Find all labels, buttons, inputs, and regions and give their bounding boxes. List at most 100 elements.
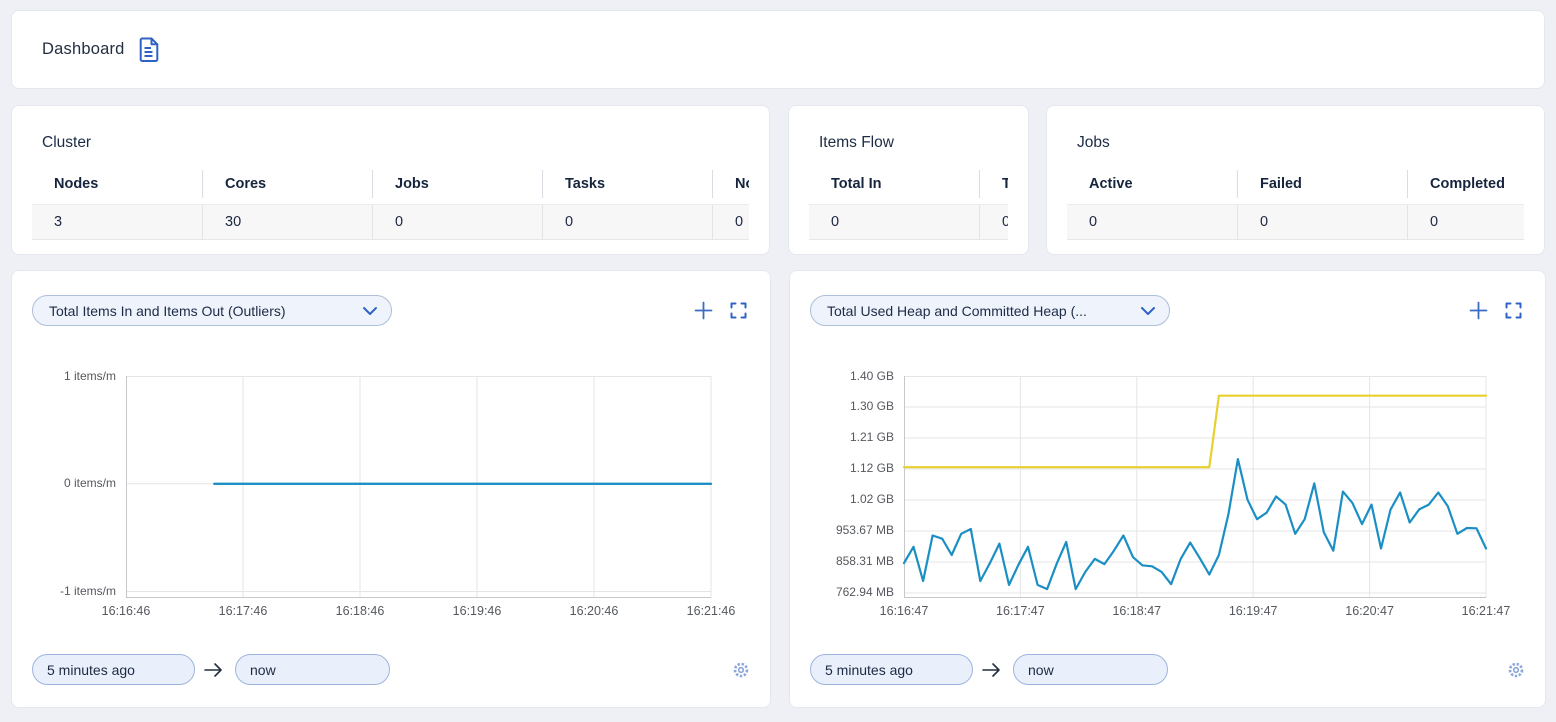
y-tick-label: 1.02 GB (850, 492, 894, 506)
y-tick-label: 762.94 MB (836, 585, 894, 599)
column-header-total-in: Total In (809, 170, 979, 198)
time-from-input[interactable] (810, 654, 973, 685)
chevron-down-icon (1140, 306, 1156, 316)
cluster-table-header: Nodes Cores Jobs Tasks No (32, 170, 749, 198)
fullscreen-button[interactable] (730, 302, 747, 319)
heap-chart-panel: Total Used Heap and Committed Heap (... … (789, 270, 1546, 708)
y-axis-labels: 1.40 GB1.30 GB1.21 GB1.12 GB1.02 GB953.6… (810, 376, 904, 598)
time-to-input[interactable] (235, 654, 390, 685)
fullscreen-button[interactable] (1505, 302, 1522, 319)
metric-selector-label: Total Used Heap and Committed Heap (... (827, 303, 1087, 319)
stat-value-jobs: 0 (372, 205, 542, 239)
y-tick-label: 1.40 GB (850, 369, 894, 383)
x-tick-label: 16:20:47 (1345, 604, 1394, 618)
items-flow-card-title: Items Flow (819, 134, 1008, 152)
jobs-table-header: Active Failed Completed (1067, 170, 1524, 198)
x-tick-label: 16:16:47 (880, 604, 929, 618)
metric-selector-label: Total Items In and Items Out (Outliers) (49, 303, 286, 319)
cluster-table: Nodes Cores Jobs Tasks No 3 30 0 0 0 (32, 170, 749, 240)
plot-area: 16:16:4716:17:4716:18:4716:19:4716:20:47… (904, 376, 1486, 624)
stat-value-tasks: 0 (542, 205, 712, 239)
x-tick-label: 16:21:47 (1462, 604, 1511, 618)
items-flow-table-header: Total In Total Out (809, 170, 1008, 198)
arrow-right-icon (981, 662, 1003, 678)
stat-value-nodes: 3 (32, 205, 202, 239)
column-header-total-out: Total Out (979, 170, 1008, 198)
stat-value-cores: 30 (202, 205, 372, 239)
cluster-table-row: 3 30 0 0 0 (32, 204, 749, 240)
x-tick-label: 16:18:47 (1112, 604, 1161, 618)
jobs-table-row: 0 0 0 (1067, 204, 1524, 240)
time-from-input[interactable] (32, 654, 195, 685)
column-header-nodes: Nodes (32, 170, 202, 198)
heap-chart: 1.40 GB1.30 GB1.21 GB1.12 GB1.02 GB953.6… (810, 376, 1486, 624)
panel-head: Total Items In and Items Out (Outliers) (32, 295, 750, 326)
column-header-active: Active (1067, 170, 1237, 198)
add-chart-button[interactable] (1469, 301, 1488, 320)
y-tick-label: 1 items/m (64, 369, 116, 383)
x-tick-label: 16:20:46 (570, 604, 619, 618)
cluster-card-title: Cluster (42, 134, 749, 152)
y-tick-label: 1.12 GB (850, 461, 894, 475)
plot-area: 16:16:4616:17:4616:18:4616:19:4616:20:46… (126, 376, 711, 624)
panel-head-icons (694, 301, 750, 320)
page-title: Dashboard (42, 40, 125, 59)
x-tick-label: 16:17:47 (996, 604, 1045, 618)
heap-plot (904, 376, 1486, 598)
column-header-clipped: No (712, 170, 749, 198)
items-flow-table: Total In Total Out 0 0 (809, 170, 1008, 240)
stat-value-total-in: 0 (809, 205, 979, 239)
jobs-card-title: Jobs (1077, 134, 1524, 152)
cluster-card: Cluster Nodes Cores Jobs Tasks No 3 30 0… (11, 105, 770, 255)
add-chart-button[interactable] (694, 301, 713, 320)
y-tick-label: 1.21 GB (850, 430, 894, 444)
stat-value-active: 0 (1067, 205, 1237, 239)
column-header-cores: Cores (202, 170, 372, 198)
arrow-right-icon (203, 662, 225, 678)
jobs-card: Jobs Active Failed Completed 0 0 0 (1046, 105, 1545, 255)
items-flow-card: Items Flow Total In Total Out 0 0 (788, 105, 1029, 255)
stat-value-completed: 0 (1407, 205, 1524, 239)
gear-icon (732, 661, 750, 679)
stat-value-clipped: 0 (712, 205, 749, 239)
column-header-jobs: Jobs (372, 170, 542, 198)
y-tick-label: -1 items/m (60, 584, 116, 598)
metric-selector-dropdown[interactable]: Total Used Heap and Committed Heap (... (810, 295, 1170, 326)
column-header-failed: Failed (1237, 170, 1407, 198)
y-tick-label: 1.30 GB (850, 399, 894, 413)
metric-selector-dropdown[interactable]: Total Items In and Items Out (Outliers) (32, 295, 392, 326)
x-tick-label: 16:21:46 (687, 604, 736, 618)
x-tick-label: 16:17:46 (219, 604, 268, 618)
fullscreen-icon (1505, 302, 1522, 319)
x-tick-label: 16:16:46 (102, 604, 151, 618)
x-tick-label: 16:19:46 (453, 604, 502, 618)
chevron-down-icon (362, 306, 378, 316)
chart-settings-button[interactable] (732, 661, 750, 679)
time-to-input[interactable] (1013, 654, 1168, 685)
panel-head: Total Used Heap and Committed Heap (... (810, 295, 1525, 326)
panel-head-icons (1469, 301, 1525, 320)
y-tick-label: 953.67 MB (836, 523, 894, 537)
gear-icon (1507, 661, 1525, 679)
items-flow-table-row: 0 0 (809, 204, 1008, 240)
stat-value-failed: 0 (1237, 205, 1407, 239)
panel-footer (810, 654, 1525, 685)
y-tick-label: 858.31 MB (836, 554, 894, 568)
plus-icon (694, 301, 713, 320)
x-axis-labels: 16:16:4616:17:4616:18:4616:19:4616:20:46… (126, 604, 711, 624)
fullscreen-icon (730, 302, 747, 319)
x-axis-labels: 16:16:4716:17:4716:18:4716:19:4716:20:47… (904, 604, 1486, 624)
x-tick-label: 16:19:47 (1229, 604, 1278, 618)
stat-value-total-out: 0 (979, 205, 1008, 239)
panel-footer (32, 654, 750, 685)
chart-settings-button[interactable] (1507, 661, 1525, 679)
jobs-table: Active Failed Completed 0 0 0 (1067, 170, 1524, 240)
column-header-completed: Completed (1407, 170, 1524, 198)
column-header-tasks: Tasks (542, 170, 712, 198)
document-icon[interactable] (139, 37, 160, 62)
y-axis-labels: 1 items/m0 items/m-1 items/m (32, 376, 126, 598)
items-chart: 1 items/m0 items/m-1 items/m 16:16:4616:… (32, 376, 711, 624)
items-chart-panel: Total Items In and Items Out (Outliers) … (11, 270, 771, 708)
y-tick-label: 0 items/m (64, 476, 116, 490)
items-plot (126, 376, 711, 598)
